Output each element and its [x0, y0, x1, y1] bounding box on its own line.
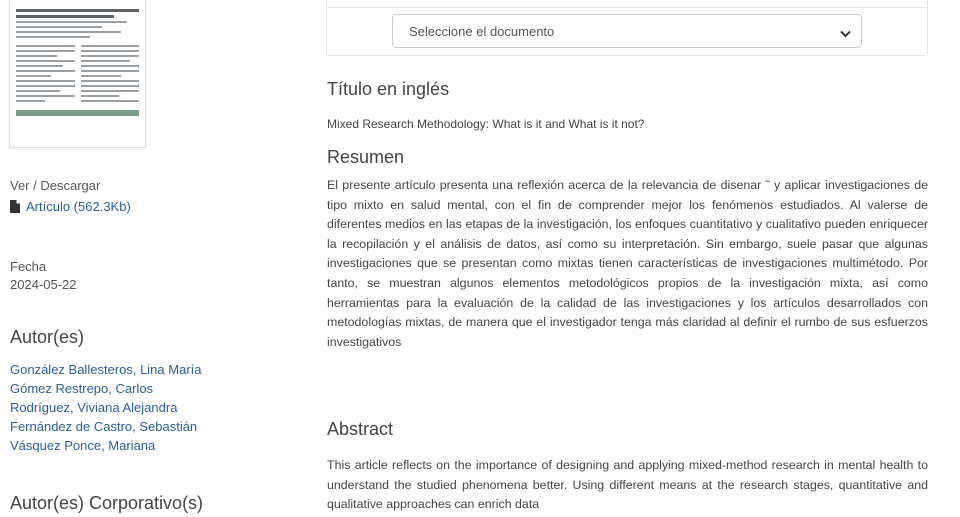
author-link[interactable]: González Ballesteros, Lina María [10, 362, 201, 377]
author-link[interactable]: Vásquez Ponce, Mariana [10, 438, 155, 453]
document-thumbnail[interactable] [9, 0, 146, 148]
resumen-heading: Resumen [327, 147, 405, 167]
view-download-label: Ver / Descargar [10, 178, 101, 193]
file-icon [10, 200, 20, 213]
english-title: Mixed Research Methodology: What is it a… [327, 117, 645, 131]
english-title-heading: Título en inglés [327, 79, 450, 99]
panel-divider [327, 7, 927, 8]
abstract-heading: Abstract [327, 419, 394, 439]
authors-list: González Ballesteros, Lina María Gómez R… [10, 360, 201, 455]
resumen-text: El presente artículo presenta una reflex… [327, 178, 928, 349]
date-label: Fecha [10, 259, 47, 274]
author-link[interactable]: Gómez Restrepo, Carlos [10, 381, 153, 396]
document-select[interactable]: Seleccione el documento [392, 14, 862, 48]
file-link-label: Artículo (562.3Kb) [26, 199, 131, 214]
authors-heading: Autor(es) [10, 327, 85, 347]
author-link[interactable]: Fernández de Castro, Sebastián [10, 419, 197, 434]
chevron-down-icon [840, 26, 851, 41]
corporate-authors-heading: Autor(es) Corporativo(s) [10, 493, 204, 513]
date-value: 2024-05-22 [10, 277, 77, 292]
document-select-value: Seleccione el documento [409, 23, 555, 39]
author-link[interactable]: Rodríguez, Viviana Alejandra [10, 400, 177, 415]
file-download-link[interactable]: Artículo (562.3Kb) [10, 199, 131, 214]
abstract-text: This article reflects on the importance … [327, 458, 928, 512]
